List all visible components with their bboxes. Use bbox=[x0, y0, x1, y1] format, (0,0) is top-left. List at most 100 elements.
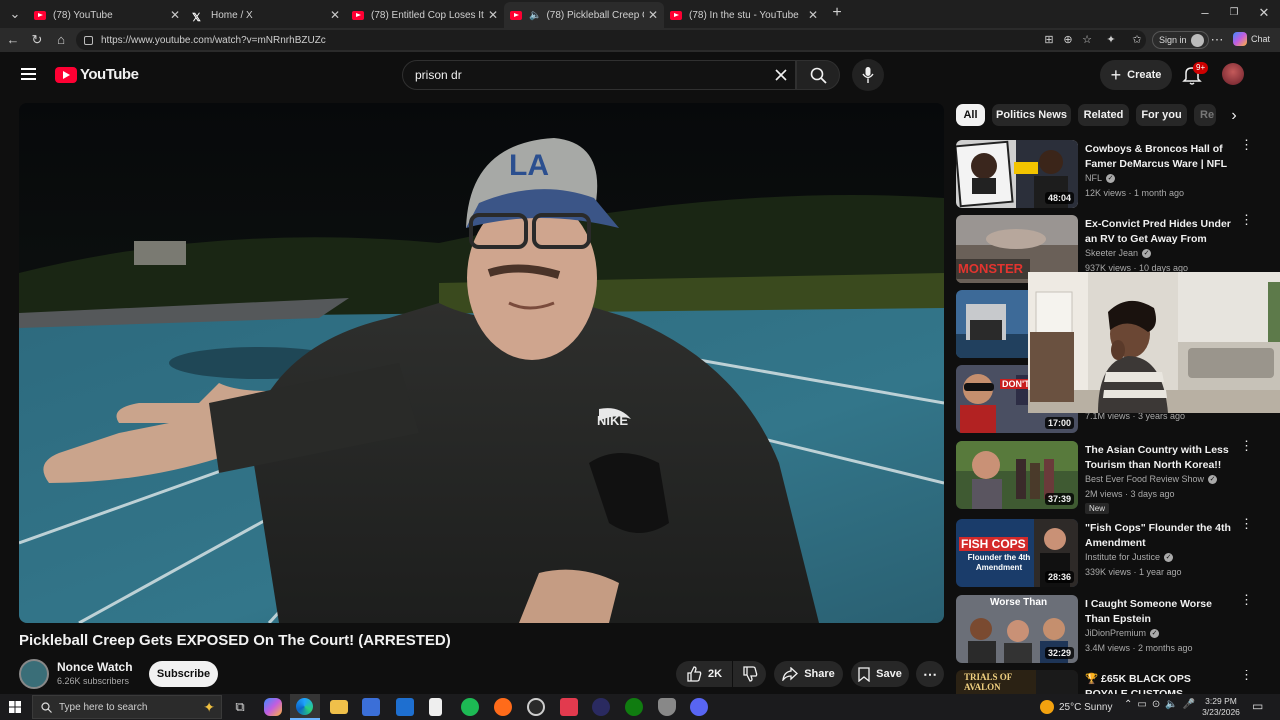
sign-in-button[interactable]: Sign in bbox=[1152, 31, 1209, 49]
video-player[interactable]: LA NIKE bbox=[19, 103, 944, 623]
browser-tab[interactable]: 𝕏 Home / X ✕ bbox=[186, 2, 346, 28]
voice-search-button[interactable] bbox=[852, 59, 884, 91]
outlook-icon[interactable] bbox=[396, 698, 414, 716]
close-tab-icon[interactable]: ✕ bbox=[330, 8, 340, 22]
recommendation-channel[interactable]: Skeeter Jean bbox=[1085, 248, 1138, 258]
recommendation-item[interactable]: FISH COPS Flounder the 4th Amendment 28:… bbox=[956, 517, 1256, 589]
weather-widget[interactable]: 25°C Sunny bbox=[1040, 700, 1112, 714]
app-icon-red[interactable] bbox=[560, 698, 578, 716]
copilot-icon[interactable] bbox=[264, 698, 282, 716]
taskbar-search-input[interactable]: Type here to search ✦ bbox=[32, 695, 222, 719]
video-thumbnail[interactable]: 48:04 bbox=[956, 140, 1078, 208]
menu-hamburger-icon[interactable] bbox=[21, 68, 36, 80]
new-tab-plus-icon[interactable]: + bbox=[828, 4, 846, 22]
chip-truncated[interactable]: Re bbox=[1194, 104, 1216, 126]
browser-tab-strip: ⌄ (78) YouTube ✕ 𝕏 Home / X ✕ (78) Entit… bbox=[0, 0, 1280, 28]
recommendation-item[interactable]: Worse Than 32:29 I Caught Someone Worse … bbox=[956, 593, 1256, 665]
chip-politics-news[interactable]: Politics News bbox=[992, 104, 1071, 126]
security-shield-icon[interactable] bbox=[658, 698, 676, 716]
edge-taskbar-button[interactable] bbox=[290, 694, 320, 720]
more-vertical-icon[interactable]: ⋮ bbox=[1240, 213, 1253, 226]
recommendation-channel[interactable]: Best Ever Food Review Show bbox=[1085, 474, 1204, 484]
more-vertical-icon[interactable]: ⋮ bbox=[1240, 138, 1253, 151]
more-menu-icon[interactable]: ⋯ bbox=[1208, 31, 1226, 49]
close-tab-icon[interactable]: ✕ bbox=[808, 8, 818, 22]
video-thumbnail[interactable]: FISH COPS Flounder the 4th Amendment 28:… bbox=[956, 519, 1078, 587]
more-vertical-icon[interactable]: ⋮ bbox=[1240, 593, 1253, 606]
speaker-icon[interactable]: 🔈 bbox=[529, 10, 541, 21]
copilot-chat-button[interactable]: Chat bbox=[1233, 32, 1270, 46]
video-thumbnail[interactable]: Worse Than 32:29 bbox=[956, 595, 1078, 663]
file-explorer-icon[interactable] bbox=[330, 700, 348, 714]
zoom-icon[interactable]: ⊕ bbox=[1059, 31, 1077, 49]
recommendation-item[interactable]: 37:39 The Asian Country with Less Touris… bbox=[956, 439, 1256, 514]
youtube-logo[interactable]: YouTube bbox=[55, 66, 139, 83]
share-button[interactable]: Share bbox=[774, 661, 843, 687]
refresh-icon[interactable]: ↻ bbox=[28, 31, 46, 49]
recommendation-item[interactable]: TRIALS OF AVALON 🏆 £65K BLACK OPS ROYALE… bbox=[956, 670, 1256, 694]
notepad-icon[interactable] bbox=[429, 698, 442, 716]
channel-name[interactable]: Nonce Watch bbox=[57, 660, 133, 674]
account-avatar[interactable] bbox=[1222, 63, 1244, 85]
close-tab-icon[interactable]: ✕ bbox=[170, 8, 180, 22]
xbox-icon[interactable] bbox=[625, 698, 643, 716]
channel-avatar[interactable] bbox=[19, 659, 49, 689]
spotify-icon[interactable] bbox=[461, 698, 479, 716]
dislike-button[interactable] bbox=[733, 661, 766, 687]
recommendation-channel[interactable]: Institute for Justice bbox=[1085, 552, 1160, 562]
notification-center-icon[interactable]: ▭ bbox=[1252, 699, 1263, 713]
like-button[interactable]: 2K bbox=[676, 661, 732, 687]
chip-for-you[interactable]: For you bbox=[1136, 104, 1187, 126]
app-icon-orange[interactable] bbox=[494, 698, 512, 716]
browser-tab[interactable]: (78) In the stu - YouTube ✕ bbox=[664, 2, 824, 28]
search-button[interactable] bbox=[796, 60, 840, 90]
app-icon-circle[interactable] bbox=[527, 698, 545, 716]
favorite-star-icon[interactable]: ☆ bbox=[1078, 31, 1096, 49]
more-vertical-icon[interactable]: ⋮ bbox=[1240, 517, 1253, 530]
more-actions-button[interactable]: ⋯ bbox=[916, 661, 944, 687]
recommendation-title[interactable]: The Asian Country with Less Tourism than… bbox=[1085, 443, 1235, 473]
task-view-icon[interactable]: ⧉ bbox=[231, 698, 249, 716]
chip-related[interactable]: Related bbox=[1078, 104, 1129, 126]
recommendation-title[interactable]: Cowboys & Broncos Hall of Famer DeMarcus… bbox=[1085, 142, 1235, 172]
app-available-icon[interactable]: ⊞ bbox=[1040, 31, 1058, 49]
maximize-icon[interactable]: ❐ bbox=[1225, 4, 1243, 22]
windows-start-icon[interactable] bbox=[9, 701, 21, 713]
address-bar[interactable]: https://www.youtube.com/watch?v=mNRnrhBZ… bbox=[76, 30, 1146, 50]
video-thumbnail[interactable]: TRIALS OF AVALON bbox=[956, 670, 1078, 694]
browser-tab[interactable]: (78) Entitled Cop Loses It After Re ✕ bbox=[346, 2, 504, 28]
recommendation-title[interactable]: 🏆 £65K BLACK OPS ROYALE CUSTOMS — AVALON… bbox=[1085, 672, 1235, 694]
recommendation-title[interactable]: "Fish Cops" Flounder the 4th Amendment bbox=[1085, 521, 1235, 551]
subscribe-button[interactable]: Subscribe bbox=[149, 661, 218, 687]
minimize-icon[interactable]: – bbox=[1196, 4, 1214, 22]
favorites-icon[interactable]: ✩ bbox=[1128, 31, 1146, 49]
create-button[interactable]: + Create bbox=[1100, 60, 1172, 90]
extensions-icon[interactable]: ✦ bbox=[1102, 31, 1120, 49]
home-icon[interactable]: ⌂ bbox=[52, 31, 70, 49]
browser-tab-active[interactable]: 🔈 (78) Pickleball Creep Gets EXP ✕ bbox=[504, 2, 664, 28]
chevron-right-icon[interactable]: › bbox=[1222, 104, 1246, 128]
close-window-icon[interactable]: ✕ bbox=[1255, 4, 1273, 22]
discord-icon[interactable] bbox=[690, 698, 708, 716]
recommendation-channel[interactable]: NFL bbox=[1085, 173, 1102, 183]
more-vertical-icon[interactable]: ⋮ bbox=[1240, 439, 1253, 452]
app-icon-blue[interactable] bbox=[592, 698, 610, 716]
recommendation-channel[interactable]: JiDionPremium bbox=[1085, 628, 1146, 638]
system-tray-icons[interactable]: ⌃▭⊙🔈🎤 bbox=[1124, 699, 1200, 710]
recommendation-item[interactable]: 48:04 Cowboys & Broncos Hall of Famer De… bbox=[956, 138, 1256, 210]
microsoft-store-icon[interactable] bbox=[362, 698, 380, 716]
close-tab-icon[interactable]: ✕ bbox=[488, 8, 498, 22]
clear-search-icon[interactable] bbox=[775, 69, 787, 81]
clock[interactable]: 3:29 PM 3/23/2026 bbox=[1200, 696, 1242, 718]
more-vertical-icon[interactable]: ⋮ bbox=[1240, 670, 1253, 681]
recommendation-title[interactable]: Ex-Convict Pred Hides Under an RV to Get… bbox=[1085, 217, 1235, 247]
browser-tab[interactable]: (78) YouTube ✕ bbox=[28, 2, 186, 28]
recommendation-title[interactable]: I Caught Someone Worse Than Epstein bbox=[1085, 597, 1235, 627]
back-arrow-icon[interactable]: ← bbox=[4, 31, 22, 49]
chip-all[interactable]: All bbox=[956, 104, 985, 126]
save-button[interactable]: Save bbox=[851, 661, 909, 687]
close-tab-icon[interactable]: ✕ bbox=[648, 8, 658, 22]
video-thumbnail[interactable]: 37:39 bbox=[956, 441, 1078, 509]
search-input[interactable]: prison dr bbox=[402, 60, 796, 90]
tab-list-chevron-icon[interactable]: ⌄ bbox=[6, 5, 24, 23]
